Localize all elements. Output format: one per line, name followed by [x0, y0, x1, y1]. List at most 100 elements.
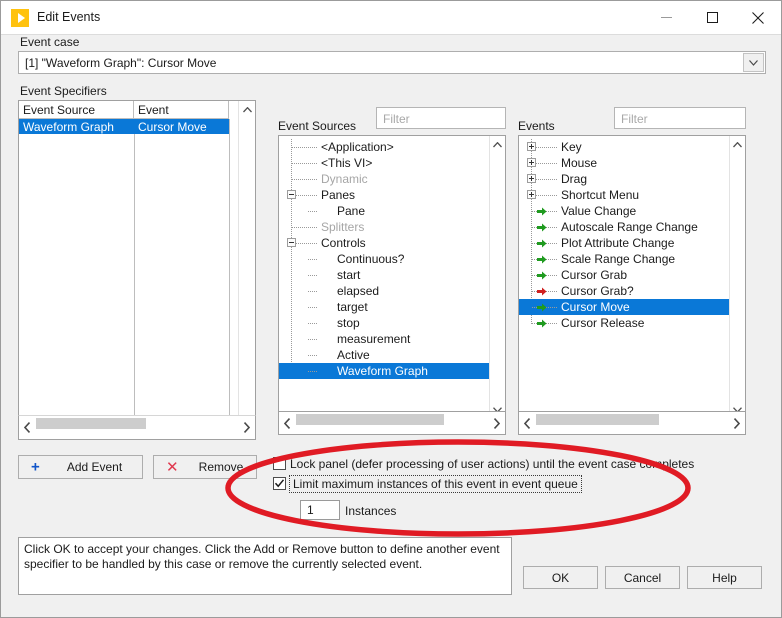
specifiers-vertical-scrollbar[interactable] [238, 101, 255, 439]
filter-placeholder: Filter [621, 112, 648, 126]
scroll-thumb[interactable] [296, 414, 444, 425]
tree-item[interactable]: target [279, 299, 490, 315]
tree-item[interactable]: Splitters [279, 219, 490, 235]
collapse-icon[interactable] [287, 190, 296, 199]
ok-button[interactable]: OK [523, 566, 598, 589]
scroll-left-icon[interactable] [279, 412, 296, 434]
tree-item[interactable]: Pane [279, 203, 490, 219]
tree-item[interactable]: Waveform Graph [279, 363, 490, 379]
expand-icon[interactable] [527, 174, 536, 183]
tree-connector [308, 211, 317, 212]
tree-item-label: Controls [321, 236, 366, 250]
tree-item-label: Autoscale Range Change [561, 220, 698, 234]
sources-horizontal-scrollbar[interactable] [278, 411, 506, 435]
help-text-pane: Click OK to accept your changes. Click t… [18, 537, 512, 595]
tree-item[interactable]: Cursor Release [519, 315, 730, 331]
collapse-icon[interactable] [287, 238, 296, 247]
tree-item[interactable]: Value Change [519, 203, 730, 219]
instances-label: Instances [345, 504, 397, 518]
tree-item[interactable]: Cursor Grab? [519, 283, 730, 299]
event-specifiers-table[interactable]: Event Source Event Waveform Graph Cursor… [18, 100, 256, 440]
add-event-button[interactable]: + Add Event [18, 455, 143, 479]
tree-item[interactable]: elapsed [279, 283, 490, 299]
scroll-up-icon[interactable] [239, 101, 255, 118]
scroll-right-icon[interactable] [728, 412, 745, 434]
tree-item[interactable]: Mouse [519, 155, 730, 171]
events-horizontal-scrollbar[interactable] [518, 411, 746, 435]
tree-item[interactable]: Scale Range Change [519, 251, 730, 267]
expand-icon[interactable] [527, 142, 536, 151]
scroll-right-icon[interactable] [488, 412, 505, 434]
tree-item[interactable]: Active [279, 347, 490, 363]
window-controls [643, 1, 781, 34]
limit-instances-checkbox[interactable] [273, 477, 286, 490]
tree-item[interactable]: <This VI> [279, 155, 490, 171]
tree-item[interactable]: Dynamic [279, 171, 490, 187]
tree-item[interactable]: start [279, 267, 490, 283]
tree-item-label: measurement [337, 332, 411, 346]
tree-item[interactable]: Key [519, 139, 730, 155]
notify-event-arrow-icon [537, 303, 547, 312]
expand-icon[interactable] [527, 158, 536, 167]
help-text: Click OK to accept your changes. Click t… [24, 542, 500, 571]
scroll-thumb[interactable] [36, 418, 146, 429]
table-header: Event Source Event [19, 101, 255, 119]
lock-panel-label: Lock panel (defer processing of user act… [290, 457, 695, 471]
tree-item[interactable]: Cursor Grab [519, 267, 730, 283]
labview-run-icon [11, 9, 29, 27]
tree-item-label: elapsed [337, 284, 380, 298]
column-header-event: Event [134, 101, 229, 119]
tree-item[interactable]: Continuous? [279, 251, 490, 267]
specifiers-horizontal-scrollbar[interactable] [18, 415, 256, 440]
event-case-combobox[interactable]: [1] "Waveform Graph": Cursor Move [18, 51, 766, 74]
instances-input[interactable]: 1 [300, 500, 340, 520]
tree-item-label: Plot Attribute Change [561, 236, 675, 250]
tree-connector [308, 371, 317, 372]
tree-item[interactable]: stop [279, 315, 490, 331]
tree-item-label: Panes [321, 188, 356, 202]
expand-icon[interactable] [527, 190, 536, 199]
tree-item-label: Cursor Move [561, 300, 630, 314]
events-vertical-scrollbar[interactable] [729, 136, 745, 418]
notify-event-arrow-icon [537, 255, 547, 264]
tree-item[interactable]: Plot Attribute Change [519, 235, 730, 251]
add-event-label: Add Event [66, 460, 123, 474]
lock-panel-checkbox[interactable] [273, 457, 286, 470]
tree-item[interactable]: Panes [279, 187, 490, 203]
tree-item[interactable]: Shortcut Menu [519, 187, 730, 203]
remove-button[interactable]: ✕ Remove [153, 455, 257, 479]
events-filter-input[interactable]: Filter [614, 107, 746, 129]
chevron-down-icon[interactable] [743, 53, 764, 72]
tree-item[interactable]: Cursor Move [519, 299, 730, 315]
events-tree-body[interactable]: Key Mouse Drag Shortcut Menu Value Change Aut… [519, 136, 730, 418]
scroll-left-icon[interactable] [19, 416, 36, 439]
scroll-up-icon[interactable] [490, 136, 505, 153]
tree-item[interactable]: Drag [519, 171, 730, 187]
event-sources-filter-input[interactable]: Filter [376, 107, 506, 129]
close-button[interactable] [735, 1, 781, 34]
table-row[interactable]: Waveform Graph Cursor Move [19, 119, 255, 134]
notify-event-arrow-icon [537, 207, 547, 216]
events-tree[interactable]: Key Mouse Drag Shortcut Menu Value Change Aut… [518, 135, 746, 419]
tree-item-label: target [337, 300, 368, 314]
cell-event: Cursor Move [134, 119, 229, 134]
tree-item-label: Splitters [321, 220, 365, 234]
tree-item[interactable]: Controls [279, 235, 490, 251]
tree-item[interactable]: measurement [279, 331, 490, 347]
scroll-thumb[interactable] [536, 414, 659, 425]
edit-events-dialog: Edit Events Event case [1] "Waveform Gra… [0, 0, 782, 618]
tree-item-label: Active [337, 348, 370, 362]
minimize-button[interactable] [643, 1, 689, 34]
scroll-left-icon[interactable] [519, 412, 536, 434]
scroll-right-icon[interactable] [238, 416, 255, 439]
tree-item[interactable]: <Application> [279, 139, 490, 155]
maximize-button[interactable] [689, 1, 735, 34]
sources-vertical-scrollbar[interactable] [489, 136, 505, 418]
tree-item[interactable]: Autoscale Range Change [519, 219, 730, 235]
event-sources-tree[interactable]: <Application> <This VI> Dynamic Panes Pane Sp… [278, 135, 506, 419]
help-button[interactable]: Help [687, 566, 762, 589]
event-sources-tree-body[interactable]: <Application> <This VI> Dynamic Panes Pane Sp… [279, 136, 490, 418]
tree-item-label: Drag [561, 172, 588, 186]
scroll-up-icon[interactable] [730, 136, 745, 153]
cancel-button[interactable]: Cancel [605, 566, 680, 589]
